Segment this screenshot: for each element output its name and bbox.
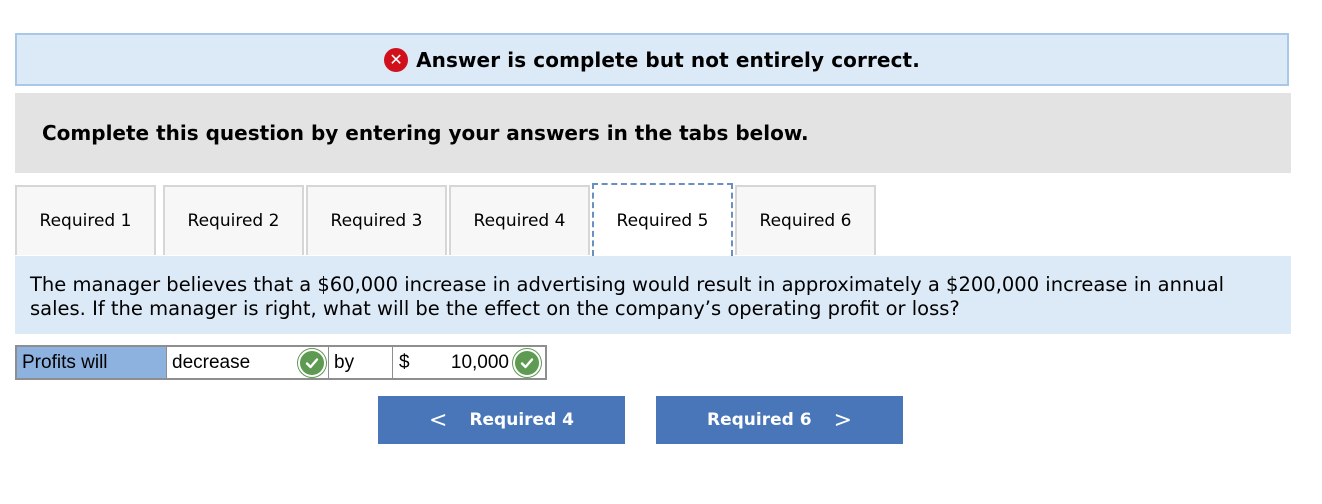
- instruction-text: Complete this question by entering your …: [42, 121, 809, 145]
- prev-button-label: Required 4: [469, 410, 574, 430]
- currency-symbol: $: [399, 351, 410, 373]
- answer-label: Profits will: [17, 347, 167, 378]
- chevron-left-icon: <: [429, 407, 448, 433]
- result-banner: ✕ Answer is complete but not entirely co…: [15, 33, 1289, 86]
- effect-select-value: decrease: [172, 351, 251, 373]
- tab-required-4[interactable]: Required 4: [449, 185, 590, 255]
- chevron-right-icon: >: [833, 407, 852, 433]
- next-button-label: Required 6: [707, 410, 812, 430]
- instruction-box: Complete this question by entering your …: [15, 93, 1291, 173]
- tab-required-2[interactable]: Required 2: [163, 185, 304, 255]
- x-circle-icon: ✕: [384, 47, 409, 72]
- effect-select[interactable]: decrease: [167, 347, 329, 378]
- question-text: The manager believes that a $60,000 incr…: [15, 256, 1291, 334]
- check-icon: [298, 348, 326, 377]
- tab-required-5[interactable]: Required 5: [592, 183, 733, 256]
- check-icon: [513, 348, 541, 377]
- amount-value: 10,000: [450, 351, 509, 373]
- prev-required-button[interactable]: < Required 4: [378, 396, 625, 444]
- tab-required-1[interactable]: Required 1: [15, 185, 156, 255]
- tab-required-6[interactable]: Required 6: [735, 185, 876, 255]
- answer-row: Profits will decrease by $ 10,000: [15, 345, 547, 380]
- result-message: Answer is complete but not entirely corr…: [416, 47, 920, 72]
- next-required-button[interactable]: Required 6 >: [656, 396, 903, 444]
- amount-input[interactable]: $ 10,000: [393, 347, 545, 378]
- tab-required-3[interactable]: Required 3: [306, 185, 447, 255]
- connector-text: by: [329, 347, 393, 378]
